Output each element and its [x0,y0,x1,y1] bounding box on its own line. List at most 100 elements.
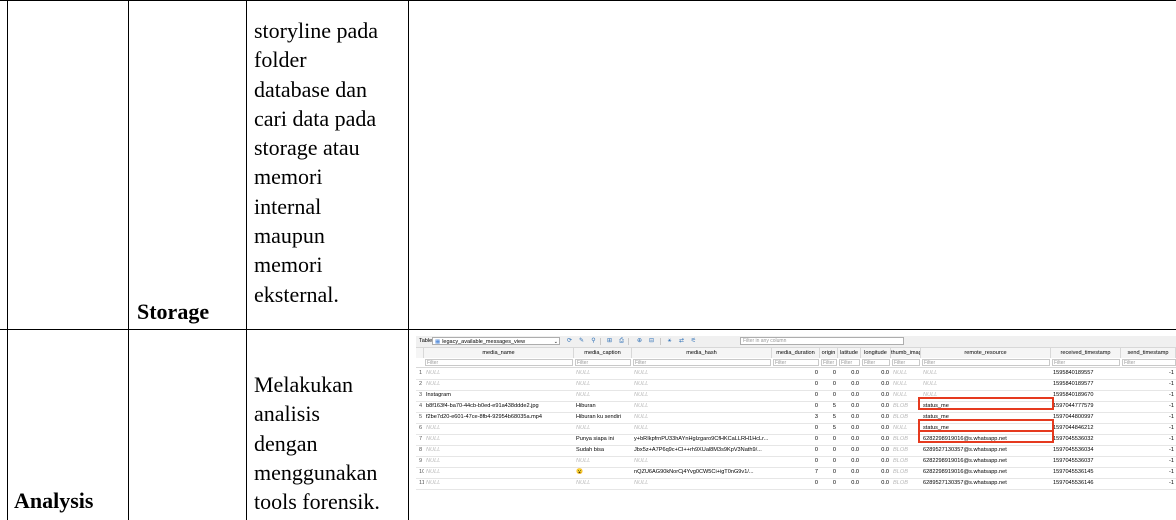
table-cell-send-timestamp[interactable]: -1 [1121,368,1176,379]
table-cell-media-caption[interactable]: Hiburan ku sendiri [574,412,632,423]
column-header[interactable]: latitude [838,348,861,358]
table-cell-media-name[interactable]: NULL [424,379,574,390]
table-cell-received-timestamp[interactable]: 1597044846212 [1051,423,1121,434]
table-cell-received-timestamp[interactable]: 1597045536037 [1051,456,1121,467]
table-cell-origin[interactable]: 0 [820,368,838,379]
table-cell-media-caption[interactable]: Punya siapa ini [574,434,632,445]
table-cell-thumb-image[interactable]: BLOB [891,401,921,412]
column-filter-input[interactable]: Filter [821,359,837,366]
table-cell-latitude[interactable]: 0.0 [838,434,861,445]
table-cell-media-hash[interactable]: NULL [632,456,772,467]
column-header[interactable]: remote_resource [921,348,1051,358]
table-cell-media-name[interactable]: Instagram [424,390,574,401]
table-cell-longitude[interactable]: 0.0 [861,478,891,489]
save-filter-icon[interactable]: ⚲ [590,338,597,345]
table-cell-media-name[interactable]: NULL [424,434,574,445]
table-cell-latitude[interactable]: 0.0 [838,401,861,412]
table-select[interactable]: ▦ legacy_available_messages_view ⌄ [432,337,560,345]
table-cell-media-name[interactable]: NULL [424,445,574,456]
table-cell-send-timestamp[interactable]: -1 [1121,412,1176,423]
table-cell-origin[interactable]: 0 [820,445,838,456]
table-cell-media-name[interactable]: b8f163f4-ba70-44cb-b0ed-e91a438ddde2.jpg [424,401,574,412]
table-cell-media-duration[interactable]: 0 [772,401,820,412]
table-cell-send-timestamp[interactable]: -1 [1121,423,1176,434]
table-cell-media-duration[interactable]: 3 [772,412,820,423]
table-cell-longitude[interactable]: 0.0 [861,379,891,390]
column-filter-input[interactable]: Filter [862,359,890,366]
table-cell-media-caption[interactable]: NULL [574,478,632,489]
table-cell-remote-resource[interactable]: 6282298919016@s.whatsapp.net [921,456,1051,467]
table-cell-media-caption[interactable]: NULL [574,379,632,390]
new-record-icon[interactable]: ⊕ [636,338,643,345]
table-cell-origin[interactable]: 0 [820,390,838,401]
table-cell-media-hash[interactable]: NULL [632,423,772,434]
table-cell-received-timestamp[interactable]: 1595840189670 [1051,390,1121,401]
table-cell-media-name[interactable]: f2be7d20-e601-47ce-8fb4-92954b68035a.mp4 [424,412,574,423]
table-cell-media-hash[interactable]: NULL [632,412,772,423]
table-cell-media-caption[interactable]: NULL [574,423,632,434]
column-header[interactable]: send_timestamp [1121,348,1176,358]
table-cell-remote-resource[interactable]: NULL [921,379,1051,390]
column-filter-input[interactable]: Filter [892,359,920,366]
column-filter-input[interactable]: Filter [839,359,860,366]
table-cell-send-timestamp[interactable]: -1 [1121,379,1176,390]
table-cell-received-timestamp[interactable]: 1597044777579 [1051,401,1121,412]
clear-filters-icon[interactable]: ✎ [578,338,585,345]
table-cell-remote-resource[interactable]: 6282298919016@s.whatsapp.net [921,467,1051,478]
table-cell-media-duration[interactable]: 0 [772,390,820,401]
column-header[interactable]: origin [820,348,838,358]
table-cell-media-hash[interactable]: NULL [632,478,772,489]
table-cell-media-hash[interactable]: Jbx5z+A7P6q9c+CI++rh9XUal8M3s9KpV3Nath9/… [632,445,772,456]
table-cell-media-name[interactable]: NULL [424,423,574,434]
table-cell-thumb-image[interactable]: BLOB [891,467,921,478]
table-cell-media-name[interactable]: NULL [424,478,574,489]
table-cell-media-caption[interactable]: Hiburan [574,401,632,412]
table-cell-longitude[interactable]: 0.0 [861,401,891,412]
table-cell-thumb-image[interactable]: BLOB [891,456,921,467]
table-cell-longitude[interactable]: 0.0 [861,390,891,401]
table-cell-longitude[interactable]: 0.0 [861,445,891,456]
print-icon[interactable]: ⎙ [618,338,625,345]
table-cell-media-name[interactable]: NULL [424,456,574,467]
table-cell-origin[interactable]: 0 [820,467,838,478]
table-cell-media-duration[interactable]: 0 [772,379,820,390]
table-cell-thumb-image[interactable]: BLOB [891,434,921,445]
table-cell-send-timestamp[interactable]: -1 [1121,456,1176,467]
column-header[interactable]: thumb_image [891,348,921,358]
table-cell-received-timestamp[interactable]: 1597045536145 [1051,467,1121,478]
table-cell-remote-resource[interactable]: 6289527130357@s.whatsapp.net [921,445,1051,456]
table-cell-remote-resource[interactable]: NULL [921,368,1051,379]
column-header[interactable]: longitude [861,348,891,358]
table-cell-media-caption[interactable]: NULL [574,368,632,379]
delete-record-icon[interactable]: ⊟ [648,338,655,345]
table-cell-origin[interactable]: 5 [820,423,838,434]
table-cell-latitude[interactable]: 0.0 [838,412,861,423]
table-cell-received-timestamp[interactable]: 1595840189577 [1051,379,1121,390]
table-cell-received-timestamp[interactable]: 1597045536146 [1051,478,1121,489]
table-cell-longitude[interactable]: 0.0 [861,368,891,379]
table-cell-longitude[interactable]: 0.0 [861,423,891,434]
column-filter-input[interactable]: Filter [1122,359,1176,366]
column-header[interactable]: media_hash [632,348,772,358]
table-cell-latitude[interactable]: 0.0 [838,423,861,434]
table-cell-origin[interactable]: 0 [820,456,838,467]
column-filter-input[interactable]: Filter [633,359,771,366]
table-cell-media-hash[interactable]: NULL [632,368,772,379]
table-cell-longitude[interactable]: 0.0 [861,467,891,478]
table-cell-media-duration[interactable]: 7 [772,467,820,478]
column-header[interactable]: media_name [424,348,574,358]
table-cell-media-caption[interactable]: NULL [574,456,632,467]
table-cell-received-timestamp[interactable]: 1597044800997 [1051,412,1121,423]
table-cell-thumb-image[interactable]: BLOB [891,478,921,489]
table-cell-media-caption[interactable]: NULL [574,390,632,401]
table-cell-media-hash[interactable]: NULL [632,401,772,412]
table-cell-media-hash[interactable]: NULL [632,390,772,401]
table-cell-thumb-image[interactable]: NULL [891,423,921,434]
refresh-icon[interactable]: ⟳ [566,338,573,345]
table-cell-remote-resource[interactable]: 6289527130357@s.whatsapp.net [921,478,1051,489]
filter-icon[interactable]: ⚟ [690,338,697,345]
table-cell-thumb-image[interactable]: NULL [891,390,921,401]
table-cell-media-hash[interactable]: NULL [632,379,772,390]
table-cell-origin[interactable]: 5 [820,412,838,423]
insert-record-icon[interactable]: ⊞ [606,338,613,345]
